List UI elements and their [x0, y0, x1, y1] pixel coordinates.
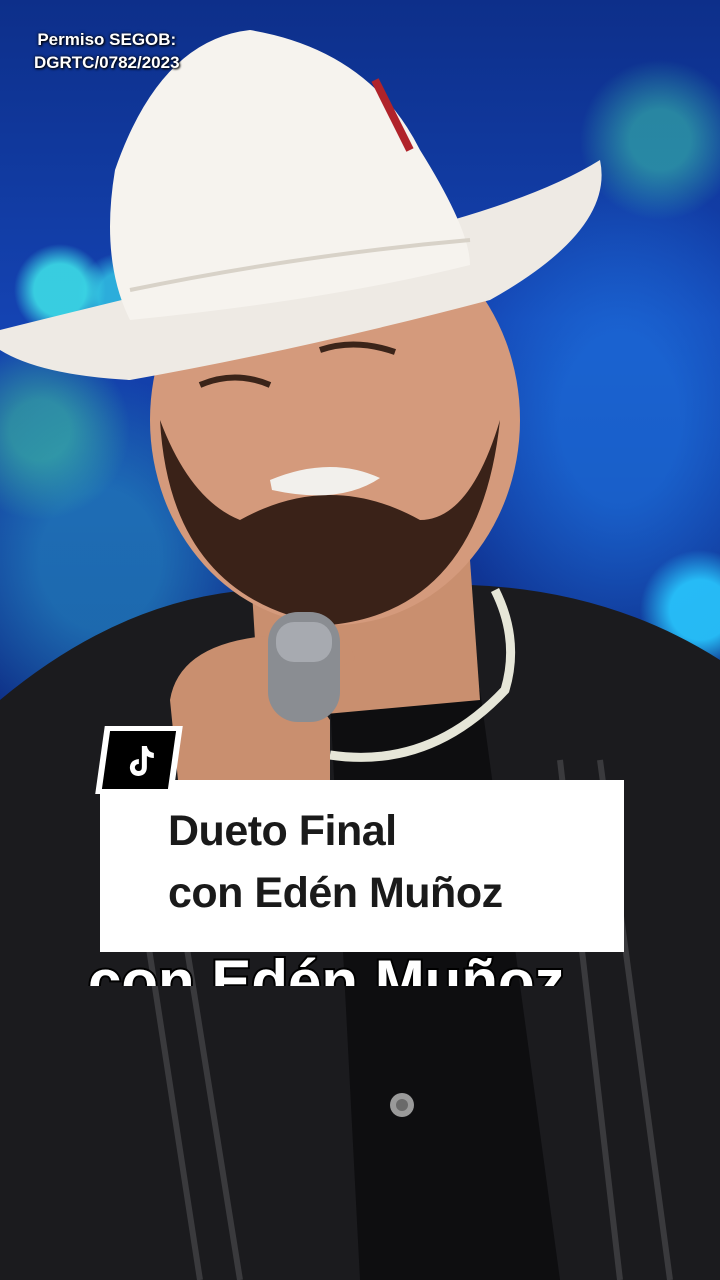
tiktok-logo-icon [129, 746, 154, 776]
watermark-line-2: DGRTC/0782/2023 [34, 53, 180, 72]
caption-line-2: con Edén Muñoz [168, 869, 503, 917]
caption-echo-line: con Edén Muñoz [88, 948, 567, 987]
caption-line-1: Dueto Final [168, 807, 397, 855]
singer-figure [0, 30, 720, 1280]
video-player[interactable]: Permiso SEGOB: DGRTC/0782/2023 con Edén … [0, 0, 720, 1280]
tiktok-badge-inner [101, 731, 177, 789]
permit-watermark: Permiso SEGOB: DGRTC/0782/2023 [34, 28, 180, 74]
caption-card: Dueto Final con Edén Muñoz [100, 780, 624, 952]
watermark-line-1: Permiso SEGOB: [37, 30, 177, 49]
tiktok-badge [95, 726, 183, 794]
